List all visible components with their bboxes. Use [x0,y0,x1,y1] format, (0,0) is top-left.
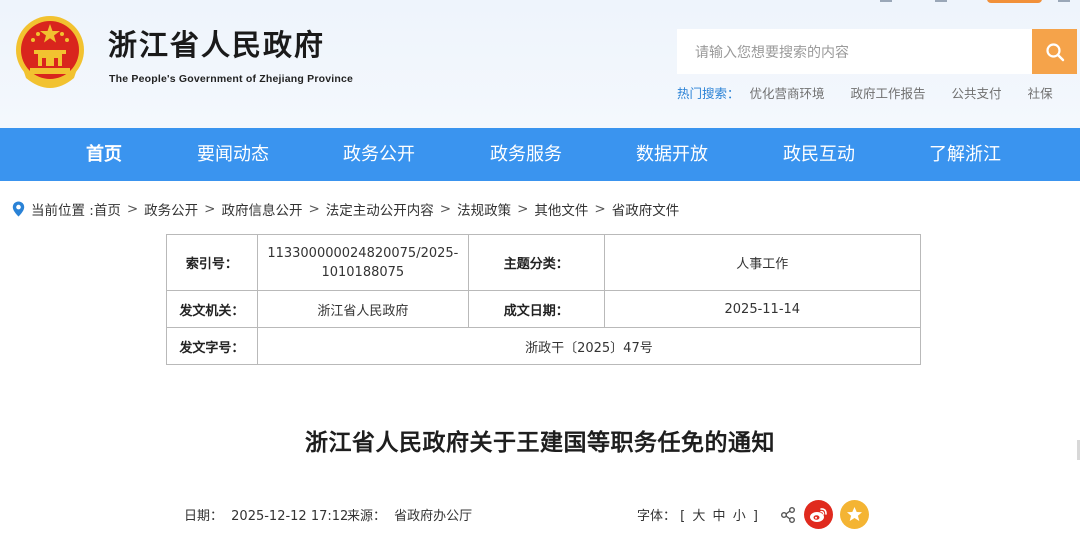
font-size-large[interactable]: 大 [692,509,705,524]
site-title[interactable]: 浙江省人民政府 [108,22,325,64]
nav-item-about-zhejiang[interactable]: 了解浙江 [915,128,1015,181]
hot-search-item[interactable]: 社保 [1028,83,1053,102]
hot-search-row: 热门搜索： 优化营商环境 政府工作报告 公共支付 社保 [677,83,1079,102]
top-badge[interactable] [987,0,1042,3]
font-size-bracket-close: ] [752,509,758,524]
nav-item-open-data[interactable]: 数据开放 [622,128,722,181]
top-link-fragment[interactable] [880,0,892,2]
topic-value: 人事工作 [603,234,922,291]
weibo-share-button[interactable] [804,500,833,529]
nav-item-gov-services[interactable]: 政务服务 [476,128,576,181]
breadcrumb-item[interactable]: 政府信息公开 [221,199,302,219]
breadcrumb-separator: > [308,201,320,217]
main-nav: 首页 要闻动态 政务公开 政务服务 数据开放 政民互动 了解浙江 [0,128,1080,181]
breadcrumb-item[interactable]: 政务公开 [144,199,198,219]
index-number-value: 113300000024820075/2025-1010188075 [256,234,469,291]
breadcrumb-item[interactable]: 首页 [94,199,121,219]
star-icon [847,507,862,521]
font-size-medium[interactable]: 中 [713,509,726,524]
site-subtitle: The People's Government of Zhejiang Prov… [109,73,354,85]
breadcrumb: 当前位置 : 首页 > 政务公开 > 政府信息公开 > 法定主动公开内容 > 法… [12,199,679,219]
article-source: 来源： 省政府办公厅 [347,505,472,524]
search-button[interactable] [1032,29,1077,74]
breadcrumb-separator: > [517,201,529,217]
nav-item-gov-affairs[interactable]: 政务公开 [329,128,429,181]
document-number-label: 发文字号： [166,327,258,365]
top-utility-strip [0,0,1080,4]
breadcrumb-item[interactable]: 其他文件 [534,199,588,219]
breadcrumb-item[interactable]: 法规政策 [457,199,511,219]
publish-date-value: 2025-12-12 17:12 [231,509,349,524]
search-input[interactable] [677,29,1033,74]
hot-search-item[interactable]: 优化营商环境 [750,83,825,102]
search-icon [1045,42,1064,61]
breadcrumb-separator: > [204,201,216,217]
breadcrumb-separator: > [126,201,139,217]
written-date-label: 成文日期： [467,290,605,328]
nav-item-home[interactable]: 首页 [64,128,144,181]
font-size-label: 字体： [637,509,677,524]
font-size-small[interactable]: 小 [733,509,746,524]
source-value: 省政府办公厅 [394,509,473,524]
weibo-icon [810,507,827,522]
article-title: 浙江省人民政府关于王建国等职务任免的通知 [305,430,775,456]
font-size-bracket-open: [ [680,509,686,524]
site-header: 浙江省人民政府 The People's Government of Zheji… [0,0,1080,128]
document-number-value: 浙政干〔2025〕47号 [256,327,922,365]
source-label: 来源： [347,509,387,524]
publish-date-label: 日期： [184,509,224,524]
issuer-value: 浙江省人民政府 [256,290,469,328]
breadcrumb-item[interactable]: 省政府文件 [612,199,680,219]
document-info-table: 索引号： 113300000024820075/2025-1010188075 … [166,234,922,365]
breadcrumb-item[interactable]: 法定主动公开内容 [326,199,434,219]
location-pin-icon [12,201,25,217]
breadcrumb-separator: > [439,201,452,217]
breadcrumb-prefix: 当前位置 : [31,203,94,219]
top-link-fragment[interactable] [935,0,947,2]
publish-date: 日期： 2025-12-12 17:12 [184,505,348,524]
written-date-value: 2025-11-14 [603,290,922,328]
table-row: 发文机关： 浙江省人民政府 成文日期： 2025-11-14 [166,290,922,328]
font-size-switcher: 字体： [ 大 中 小 ] [637,505,758,524]
issuer-label: 发文机关： [166,290,258,328]
index-number-label: 索引号： [166,234,258,291]
favorite-button[interactable] [840,500,869,529]
table-row: 索引号： 113300000024820075/2025-1010188075 … [166,234,922,291]
table-row: 发文字号： 浙政干〔2025〕47号 [166,327,922,365]
hot-search-label: 热门搜索： [677,86,740,101]
top-link-fragment[interactable] [1058,0,1070,2]
national-emblem-icon[interactable] [14,14,86,90]
share-icon[interactable] [780,506,796,524]
hot-search-item[interactable]: 公共支付 [952,83,1002,102]
topic-label: 主题分类： [467,234,605,291]
nav-item-news[interactable]: 要闻动态 [183,128,283,181]
hot-search-item[interactable]: 政府工作报告 [851,83,926,102]
breadcrumb-separator: > [594,201,606,217]
nav-item-interaction[interactable]: 政民互动 [769,128,869,181]
